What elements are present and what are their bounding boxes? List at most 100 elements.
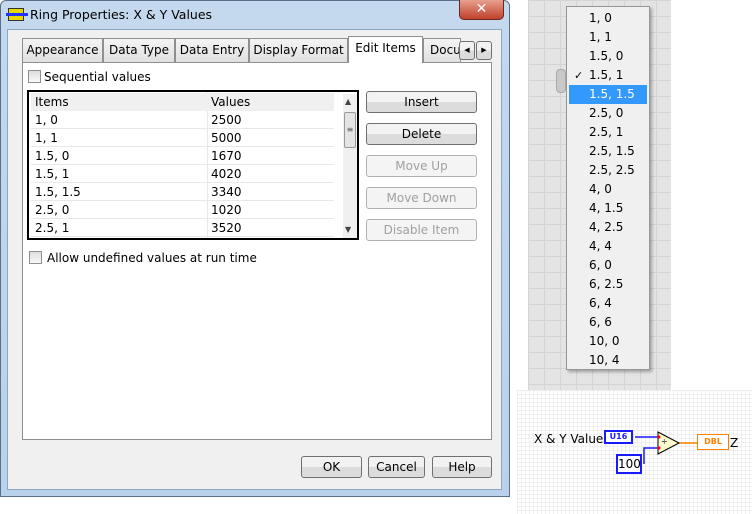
- help-button[interactable]: Help: [432, 456, 492, 478]
- item-cell[interactable]: 1, 0: [35, 111, 58, 129]
- item-cell[interactable]: 1.5, 1: [35, 165, 69, 183]
- menu-item[interactable]: 1.5, 1.5: [569, 85, 647, 104]
- menu-item[interactable]: 1, 1: [569, 28, 647, 47]
- wires: [635, 431, 697, 464]
- scroll-up-icon[interactable]: ▲: [345, 97, 351, 106]
- menu-item[interactable]: 4, 2.5: [569, 218, 647, 237]
- menu-item[interactable]: 4, 4: [569, 237, 647, 256]
- menu-item-label: 1.5, 1: [589, 68, 624, 82]
- table-row[interactable]: 1.5, 1.5 3340: [31, 183, 334, 201]
- dbl-indicator-terminal[interactable]: DBL: [697, 434, 729, 450]
- tab-scroll-right-button[interactable]: ▶: [476, 41, 492, 60]
- table-row[interactable]: 1.5, 0 1670: [31, 147, 334, 165]
- menu-item[interactable]: 6, 2.5: [569, 275, 647, 294]
- menu-item[interactable]: 10, 4: [569, 351, 647, 370]
- ring-dropdown-menu: 1, 0 1, 1 1.5, 0 ✓ 1.5, 1 1.5, 1.5 2.5, 0 2.5, …: [566, 6, 650, 370]
- move-up-button[interactable]: Move Up: [366, 155, 477, 177]
- value-cell[interactable]: 2500: [211, 111, 242, 129]
- table-row[interactable]: 1.5, 1 4020: [31, 165, 334, 183]
- tab-data-type[interactable]: Data Type: [103, 38, 175, 62]
- checkmark-icon: ✓: [574, 69, 584, 82]
- item-cell[interactable]: 1.5, 0: [35, 147, 69, 165]
- sequential-values-label: Sequential values: [44, 70, 151, 84]
- menu-item[interactable]: 1.5, 0: [569, 47, 647, 66]
- table-row[interactable]: 2.5, 0 1020: [31, 201, 334, 219]
- close-icon: ✕: [475, 1, 488, 17]
- ring-increment-decrement[interactable]: [556, 69, 566, 93]
- menu-item-label: 6, 4: [589, 296, 612, 310]
- tab-appearance[interactable]: Appearance: [22, 38, 103, 62]
- close-button[interactable]: ✕: [459, 0, 504, 20]
- menu-item[interactable]: 6, 6: [569, 313, 647, 332]
- menu-item[interactable]: 4, 1.5: [569, 199, 647, 218]
- value-cell[interactable]: 1670: [211, 147, 242, 165]
- menu-item[interactable]: 6, 4: [569, 294, 647, 313]
- menu-item[interactable]: 1, 0: [569, 9, 647, 28]
- value-cell[interactable]: 4020: [211, 165, 242, 183]
- tab-scroll-left-button[interactable]: ◀: [459, 41, 475, 60]
- menu-item-label: 1, 0: [589, 11, 612, 25]
- tab-data-entry[interactable]: Data Entry: [175, 38, 249, 62]
- menu-item[interactable]: 6, 0: [569, 256, 647, 275]
- delete-button[interactable]: Delete: [366, 123, 477, 145]
- menu-item-label: 2.5, 0: [589, 106, 624, 120]
- table-row[interactable]: 1, 1 5000: [31, 129, 334, 147]
- value-cell[interactable]: 3520: [211, 219, 242, 237]
- menu-item-label: 2.5, 1.5: [589, 144, 635, 158]
- arrow-right-icon: ▶: [481, 46, 487, 54]
- scroll-down-icon[interactable]: ▼: [345, 225, 351, 234]
- menu-item-label: 2.5, 1: [589, 125, 624, 139]
- menu-item-label: 10, 4: [589, 353, 620, 367]
- menu-item[interactable]: 2.5, 1: [569, 123, 647, 142]
- item-cell[interactable]: 2.5, 0: [35, 201, 69, 219]
- value-cell[interactable]: 1020: [211, 201, 242, 219]
- menu-item-label: 1.5, 1.5: [589, 87, 635, 101]
- menu-item[interactable]: 10, 0: [569, 332, 647, 351]
- menu-item[interactable]: ✓ 1.5, 1: [569, 66, 647, 85]
- allow-undefined-checkbox[interactable]: [29, 251, 42, 264]
- move-down-button[interactable]: Move Down: [366, 187, 477, 209]
- disable-item-button[interactable]: Disable Item: [366, 219, 477, 241]
- tab-display-format[interactable]: Display Format: [249, 38, 348, 62]
- labview-app-icon: [6, 8, 28, 21]
- cancel-button[interactable]: Cancel: [368, 456, 425, 478]
- window-title: Ring Properties: X & Y Values: [30, 7, 213, 22]
- menu-item[interactable]: 4, 0: [569, 180, 647, 199]
- insert-button[interactable]: Insert: [366, 91, 477, 113]
- table-header: Items Values: [31, 93, 334, 111]
- menu-item-label: 1, 1: [589, 30, 612, 44]
- ok-button[interactable]: OK: [301, 456, 362, 478]
- header-items[interactable]: Items: [35, 93, 69, 111]
- arrow-left-icon: ◀: [464, 46, 470, 54]
- menu-item[interactable]: 2.5, 2.5: [569, 161, 647, 180]
- menu-item-label: 6, 6: [589, 315, 612, 329]
- sequential-values-checkbox[interactable]: [28, 70, 41, 83]
- menu-item-label: 2.5, 2.5: [589, 163, 635, 177]
- item-cell[interactable]: 1, 1: [35, 129, 58, 147]
- menu-item[interactable]: 2.5, 0: [569, 104, 647, 123]
- divide-symbol: ÷: [661, 437, 668, 446]
- menu-item-label: 1.5, 0: [589, 49, 624, 63]
- tab-edit-items[interactable]: Edit Items: [348, 36, 423, 63]
- table-row[interactable]: 2.5, 1 3520: [31, 219, 334, 237]
- value-cell[interactable]: 5000: [211, 129, 242, 147]
- scrollbar-thumb[interactable]: ≡: [344, 112, 356, 148]
- allow-undefined-label: Allow undefined values at run time: [47, 251, 257, 265]
- tab-documentation[interactable]: Docu: [423, 38, 461, 62]
- items-table: Items Values 1, 0 2500 1, 1 5000 1.5, 0 1670…: [27, 90, 359, 240]
- table-scrollbar[interactable]: ▲ ≡ ▼: [343, 94, 357, 238]
- menu-item-label: 6, 2.5: [589, 277, 624, 291]
- menu-item-label: 4, 4: [589, 239, 612, 253]
- menu-item-label: 6, 0: [589, 258, 612, 272]
- menu-item[interactable]: 2.5, 1.5: [569, 142, 647, 161]
- menu-item-label: 4, 2.5: [589, 220, 624, 234]
- menu-item-label: 4, 0: [589, 182, 612, 196]
- menu-item-label: 10, 0: [589, 334, 620, 348]
- item-cell[interactable]: 1.5, 1.5: [35, 183, 81, 201]
- indicator-label: Z: [730, 436, 739, 450]
- value-cell[interactable]: 3340: [211, 183, 242, 201]
- header-values[interactable]: Values: [211, 93, 250, 111]
- menu-item-label: 4, 1.5: [589, 201, 624, 215]
- table-row[interactable]: 1, 0 2500: [31, 111, 334, 129]
- item-cell[interactable]: 2.5, 1: [35, 219, 69, 237]
